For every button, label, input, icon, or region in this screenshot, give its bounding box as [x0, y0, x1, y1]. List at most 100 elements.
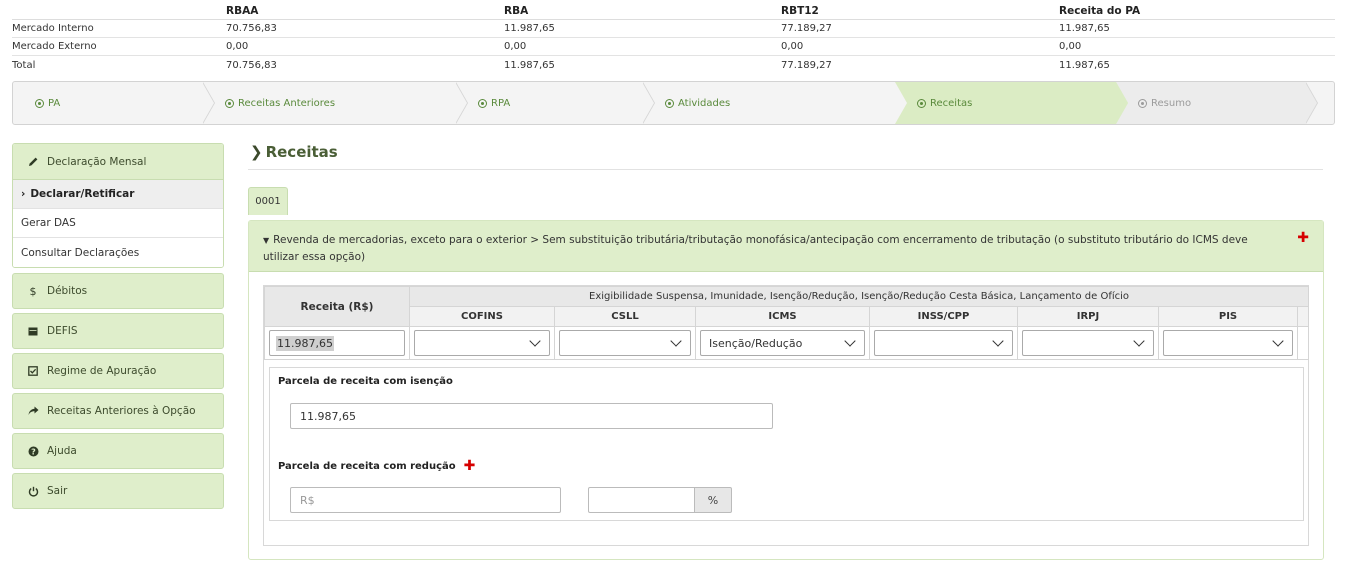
svg-text:?: ? [31, 447, 36, 456]
sidebar-item-ajuda[interactable]: ? Ajuda [12, 433, 224, 469]
tab-establishment-0001[interactable]: 0001 [248, 187, 288, 215]
step-receitas[interactable]: Receitas [895, 82, 1116, 124]
parcela-reducao-label-text: Parcela de receita com redução [278, 461, 456, 472]
irpj-select[interactable] [1022, 330, 1154, 356]
sidebar-subitem-declarar-retificar[interactable]: › Declarar/Retificar [13, 180, 223, 209]
column-header-irpj: IRPJ [1017, 306, 1159, 327]
sidebar-subitem-gerar-das[interactable]: Gerar DAS [13, 209, 223, 238]
reducao-percent-input[interactable] [588, 487, 695, 513]
column-header-pis: PIS [1158, 306, 1298, 327]
summary-cell: 0,00 [504, 41, 527, 52]
percent-addon: % [695, 487, 732, 513]
add-icon[interactable]: ✚ [1297, 230, 1309, 246]
step-circle-icon [917, 98, 926, 108]
chevron-down-icon [529, 335, 541, 347]
summary-row: Mercado Externo 0,00 0,00 0,00 0,00 [12, 38, 1335, 56]
step-label: PA [48, 97, 61, 109]
chevron-down-icon [670, 335, 682, 347]
step-circle-icon [1138, 98, 1147, 108]
receita-column-header: Receita (R$) [264, 286, 410, 327]
summary-header-row: RBAA RBA RBT12 Receita do PA [12, 3, 1335, 20]
power-icon [27, 486, 39, 497]
inss-cpp-cell [869, 326, 1018, 360]
icms-select[interactable]: Isenção/Redução [700, 330, 865, 356]
sidebar-item-label: Declaração Mensal [47, 155, 147, 168]
sidebar-item-defis[interactable]: DEFIS [12, 313, 224, 349]
sidebar-menu: Declaração Mensal › Declarar/Retificar G… [12, 143, 224, 513]
reducao-value-input[interactable]: R$ [290, 487, 561, 513]
checkbox-icon [27, 366, 39, 376]
csll-select[interactable] [559, 330, 691, 356]
sidebar-item-label: Receitas Anteriores à Opção [47, 405, 196, 417]
chevron-right-icon: ❯ [250, 143, 263, 161]
summary-cell: 0,00 [226, 41, 249, 52]
sidebar-item-declaracao-mensal[interactable]: Declaração Mensal [13, 144, 223, 180]
sidebar-subitem-consultar-declaracoes[interactable]: Consultar Declarações [13, 238, 223, 267]
summary-cell: 77.189,27 [781, 23, 832, 34]
step-rpa[interactable]: RPA [456, 82, 643, 124]
summary-header-rba: RBA [504, 5, 529, 17]
revenue-form: Receita (R$) Exigibilidade Suspensa, Imu… [263, 285, 1310, 546]
calendar-icon [27, 326, 39, 336]
sidebar-item-sair[interactable]: Sair [12, 473, 224, 509]
title-divider [248, 169, 1323, 170]
cofins-select[interactable] [414, 330, 550, 356]
column-header-cofins: COFINS [409, 306, 555, 327]
step-label: Receitas [930, 97, 973, 109]
sidebar-item-label: Declarar/Retificar [30, 188, 135, 200]
sidebar-item-label: Gerar DAS [21, 217, 76, 229]
summary-cell: 11.987,65 [504, 59, 555, 71]
summary-cell: 11.987,65 [1059, 23, 1110, 34]
summary-row: Mercado Interno 70.756,83 11.987,65 77.1… [12, 20, 1335, 38]
exigibilidade-table: Receita (R$) Exigibilidade Suspensa, Imu… [264, 286, 1310, 360]
summary-cell: 70.756,83 [226, 23, 277, 34]
summary-row-label: Mercado Externo [12, 41, 97, 52]
add-icon[interactable]: ✚ [464, 458, 476, 474]
caret-down-icon: ▼ [263, 236, 270, 245]
parcela-isencao-input[interactable]: 11.987,65 [290, 403, 773, 429]
column-header-icms: ICMS [695, 306, 870, 327]
step-pa[interactable]: PA [13, 82, 203, 124]
cofins-cell [409, 326, 555, 360]
sidebar-item-debitos[interactable]: $ Débitos [12, 273, 224, 309]
parcela-reducao-label: Parcela de receita com redução ✚ [278, 458, 475, 474]
spacer-cell [1296, 326, 1310, 360]
wizard-steps: PA Receitas Anteriores RPA Atividades Re… [12, 81, 1335, 125]
select-value: Isenção/Redução [709, 336, 803, 350]
step-label: Resumo [1151, 97, 1192, 109]
activity-panel: ▼ Revenda de mercadorias, exceto para o e… [248, 220, 1324, 560]
share-arrow-icon [27, 406, 39, 416]
sidebar-item-label: Sair [47, 485, 68, 497]
sidebar-item-label: DEFIS [47, 325, 78, 337]
step-circle-icon [478, 98, 487, 108]
receita-input[interactable]: 11.987,65 [269, 330, 405, 356]
summary-cell: 11.987,65 [1059, 59, 1110, 71]
column-header-inss-cpp: INSS/CPP [869, 306, 1018, 327]
column-header-spacer [1296, 306, 1310, 327]
sidebar-item-receitas-anteriores-opcao[interactable]: Receitas Anteriores à Opção [12, 393, 224, 429]
help-icon: ? [27, 446, 39, 457]
sidebar-item-regime-apuracao[interactable]: Regime de Apuração [12, 353, 224, 389]
step-resumo: Resumo [1116, 82, 1306, 124]
summary-cell: 70.756,83 [226, 59, 277, 71]
step-label: RPA [491, 97, 511, 109]
chevron-down-icon [1133, 335, 1145, 347]
column-header-csll: CSLL [554, 306, 696, 327]
summary-header-rbt12: RBT12 [781, 5, 819, 17]
step-receitas-anteriores[interactable]: Receitas Anteriores [203, 82, 456, 124]
inss-cpp-select[interactable] [874, 330, 1013, 356]
activity-header[interactable]: ▼ Revenda de mercadorias, exceto para o e… [249, 221, 1323, 272]
summary-header-receita-pa: Receita do PA [1059, 5, 1141, 17]
pis-select[interactable] [1163, 330, 1293, 356]
sidebar-item-label: Consultar Declarações [21, 246, 140, 259]
step-circle-icon [35, 98, 44, 108]
receita-cell: 11.987,65 [264, 326, 410, 360]
chevron-down-icon [844, 335, 856, 347]
summary-cell: 0,00 [1059, 41, 1082, 52]
step-atividades[interactable]: Atividades [643, 82, 895, 124]
step-circle-icon [225, 98, 234, 108]
parcela-isencao-label: Parcela de receita com isenção [278, 376, 453, 387]
chevron-right-icon: › [21, 188, 26, 200]
exigibilidade-group-header: Exigibilidade Suspensa, Imunidade, Isenç… [408, 286, 1310, 307]
summary-header-rbaa: RBAA [226, 5, 259, 17]
